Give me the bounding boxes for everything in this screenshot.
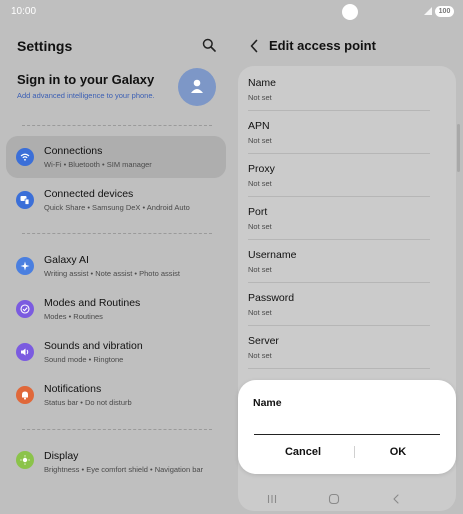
scrollbar[interactable] (457, 124, 460, 172)
battery-icon: 100 (435, 6, 454, 17)
ap-row-value: Not set (248, 136, 272, 145)
ap-row-label: Name (248, 77, 277, 89)
front-camera-icon (342, 4, 358, 20)
wifi-icon (16, 148, 34, 166)
menu-item-galaxy-ai[interactable]: Galaxy AI Writing assist • Note assist •… (6, 245, 226, 287)
navigation-bar (232, 488, 463, 512)
ap-row-label: Username (248, 249, 297, 261)
settings-title: Settings (17, 38, 73, 54)
ap-row-value: Not set (248, 351, 272, 360)
ai-sparkle-icon (16, 257, 34, 275)
recent-apps-icon[interactable] (264, 492, 280, 506)
menu-item-display[interactable]: Display Brightness • Eye comfort shield … (6, 441, 226, 489)
bell-icon (16, 386, 34, 404)
menu-item-sounds-vibration[interactable]: Sounds and vibration Sound mode • Ringto… (6, 331, 226, 373)
ap-row-label: Password (248, 292, 295, 304)
menu-item-subtitle: Sound mode • Ringtone (44, 355, 124, 364)
speaker-icon (16, 343, 34, 361)
page-title: Edit access point (269, 38, 376, 53)
ap-row-value: Not set (248, 179, 272, 188)
name-dialog: Name Cancel OK (238, 380, 456, 474)
devices-icon (16, 191, 34, 209)
menu-item-label: Sounds and vibration (44, 340, 143, 352)
menu-item-notifications[interactable]: Notifications Status bar • Do not distur… (6, 374, 226, 416)
settings-pane: Settings Sign in to your Galaxy Add adva… (0, 24, 232, 514)
ap-row-username[interactable]: Username Not set (248, 240, 430, 283)
ap-row-value: Not set (248, 308, 272, 317)
ap-row-name[interactable]: Name Not set (248, 68, 430, 111)
galaxy-signin-title[interactable]: Sign in to your Galaxy (17, 72, 154, 87)
menu-item-subtitle: Status bar • Do not disturb (44, 398, 132, 407)
divider (22, 233, 212, 234)
status-time: 10:00 (11, 6, 37, 17)
ap-row-value: Not set (248, 265, 272, 274)
ap-row-server[interactable]: Server Not set (248, 326, 430, 369)
menu-item-connected-devices[interactable]: Connected devices Quick Share • Samsung … (6, 179, 226, 221)
search-icon[interactable] (202, 38, 216, 52)
ap-row-label: APN (248, 120, 270, 132)
menu-item-subtitle: Writing assist • Note assist • Photo ass… (44, 269, 180, 278)
ap-row-password[interactable]: Password Not set (248, 283, 430, 326)
menu-item-subtitle: Wi-Fi • Bluetooth • SIM manager (44, 160, 152, 169)
name-input[interactable] (254, 416, 440, 435)
status-bar: 10:00 100 (0, 0, 463, 24)
menu-item-label: Galaxy AI (44, 254, 89, 266)
ap-row-label: Proxy (248, 163, 275, 175)
ap-row-label: Server (248, 335, 279, 347)
ap-row-proxy[interactable]: Proxy Not set (248, 154, 430, 197)
ap-row-value: Not set (248, 93, 272, 102)
dialog-title: Name (253, 397, 282, 409)
galaxy-signin-subtitle[interactable]: Add advanced intelligence to your phone. (17, 91, 155, 100)
divider (22, 429, 212, 430)
menu-item-label: Connections (44, 145, 103, 157)
menu-item-subtitle: Brightness • Eye comfort shield • Naviga… (44, 465, 204, 474)
check-circle-icon (16, 300, 34, 318)
ap-row-port[interactable]: Port Not set (248, 197, 430, 240)
back-nav-icon[interactable] (388, 492, 404, 506)
ok-button[interactable]: OK (348, 442, 448, 462)
menu-item-label: Connected devices (44, 188, 134, 200)
menu-item-connections[interactable]: Connections Wi-Fi • Bluetooth • SIM mana… (6, 136, 226, 178)
menu-item-subtitle: Quick Share • Samsung DeX • Android Auto (44, 203, 190, 212)
divider (22, 125, 212, 126)
back-arrow-icon[interactable] (249, 39, 259, 53)
ap-row-apn[interactable]: APN Not set (248, 111, 430, 154)
menu-item-subtitle: Modes • Routines (44, 312, 103, 321)
ap-row-value: Not set (248, 222, 272, 231)
menu-item-label: Display (44, 450, 79, 462)
home-icon[interactable] (326, 492, 342, 506)
signal-icon (424, 7, 432, 15)
menu-item-label: Notifications (44, 383, 102, 395)
person-icon (191, 79, 203, 93)
cancel-button[interactable]: Cancel (253, 442, 353, 462)
menu-item-label: Modes and Routines (44, 297, 141, 309)
menu-item-modes-routines[interactable]: Modes and Routines Modes • Routines (6, 288, 226, 330)
avatar[interactable] (178, 68, 216, 106)
sun-icon (16, 451, 34, 469)
ap-row-label: Port (248, 206, 268, 218)
